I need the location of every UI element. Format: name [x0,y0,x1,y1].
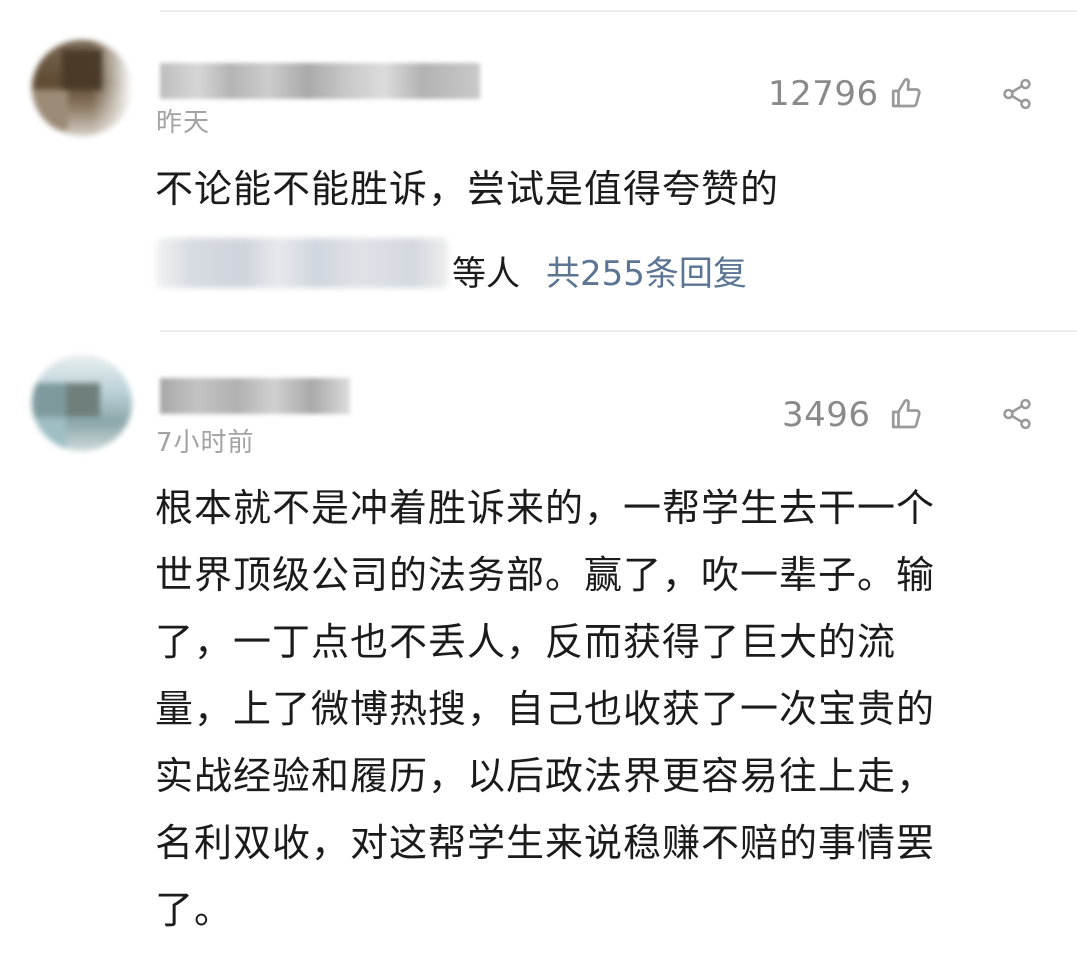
comment-text-line: 量，上了微博热搜，自己也收获了一次宝贵的 [155,687,936,731]
username-redacted[interactable] [160,63,480,99]
view-replies-link[interactable]: 共255条回复 [546,246,747,295]
comment-text-line: 了，一丁点也不丢人，反而获得了巨大的流 [155,620,897,664]
like-count: 3496 [782,395,871,435]
comment-text-line: 名利双收，对这帮学生来说稳赚不赔的事情罢 [155,821,936,865]
avatar[interactable] [32,355,132,451]
username-redacted[interactable] [160,378,350,414]
reply-users-suffix: 等人 [452,254,520,294]
thumbs-up-icon[interactable] [888,397,924,433]
like-count: 12796 [768,74,879,114]
comment-text: 根本就不是冲着胜诉来的，一帮学生去干一个 世界顶级公司的法务部。赢了，吹一辈子。… [155,475,1035,944]
comment-text-line: 实战经验和履历，以后政法界更容易往上走， [155,754,936,798]
avatar[interactable] [32,40,132,136]
comment-text-line: 世界顶级公司的法务部。赢了，吹一辈子。输 [155,553,936,597]
comment-time: 昨天 [156,108,211,138]
share-icon[interactable] [1000,397,1034,431]
comment-text-line: 根本就不是冲着胜诉来的，一帮学生去干一个 [155,486,936,530]
comment-item: 昨天 12796 不论能不能胜诉，尝试是值得夸赞的 等人 共255条回复 [0,0,1077,332]
comment-time: 7小时前 [156,428,255,458]
thumbs-up-icon[interactable] [888,76,924,112]
comment-text: 不论能不能胜诉，尝试是值得夸赞的 [155,167,780,211]
share-icon[interactable] [1000,77,1034,111]
reply-users-redacted[interactable] [156,238,448,288]
comment-text-line: 了。 [155,888,234,932]
